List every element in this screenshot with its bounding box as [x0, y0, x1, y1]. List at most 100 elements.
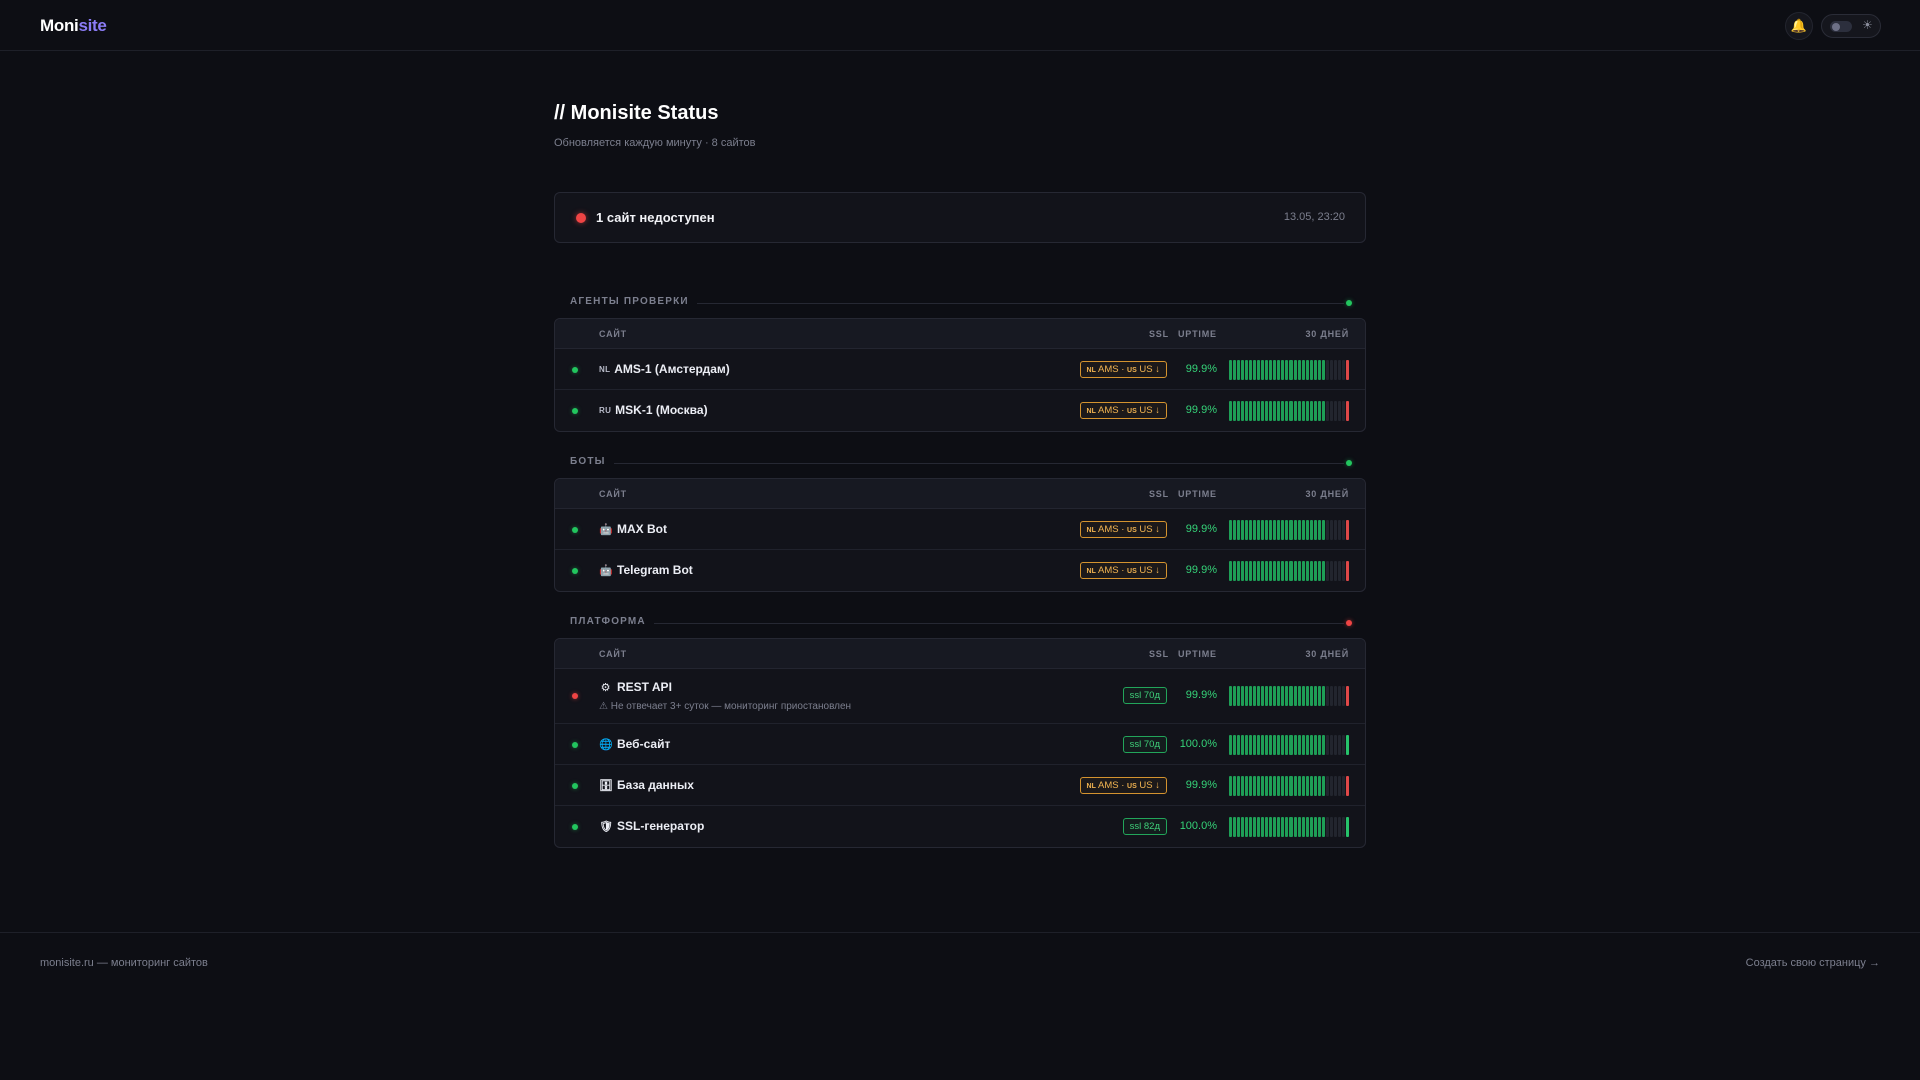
uptime-day-bar — [1277, 561, 1281, 581]
uptime-day-bar — [1321, 817, 1325, 837]
uptime-day-bar — [1277, 817, 1281, 837]
site-name-text: Telegram Bot — [617, 563, 693, 577]
group-label: АГЕНТЫ ПРОВЕРКИ — [570, 296, 697, 307]
table-row[interactable]: 🛡 SSL-генератор ssl 82д 100.0% — [555, 806, 1365, 847]
uptime-day-bar — [1257, 776, 1261, 796]
logo-text-primary: Moni — [40, 16, 79, 35]
uptime-day-bar — [1257, 817, 1261, 837]
uptime-day-bar — [1313, 817, 1317, 837]
uptime-day-bar — [1285, 817, 1289, 837]
uptime-day-bar — [1289, 817, 1293, 837]
uptime-day-bar — [1237, 561, 1241, 581]
uptime-day-bar — [1309, 401, 1313, 421]
site-name-text: База данных — [617, 778, 694, 792]
ssl-badge-status: US ↓ — [1139, 405, 1160, 416]
uptime-day-bar — [1229, 561, 1233, 581]
uptime-day-bar — [1321, 401, 1325, 421]
table-row[interactable]: ⚙ REST API ⚠ Не отвечает 3+ суток — монит… — [555, 669, 1365, 724]
table-row[interactable]: 🌐 Веб-сайт ssl 70д 100.0% — [555, 724, 1365, 765]
column-30-days: 30 ДНЕЙ — [1305, 329, 1349, 339]
uptime-day-bar — [1293, 401, 1297, 421]
uptime-day-bar — [1293, 817, 1297, 837]
ssl-badge-location: AMS · — [1098, 524, 1125, 535]
column-30-days: 30 ДНЕЙ — [1305, 489, 1349, 499]
uptime-day-bar — [1241, 561, 1245, 581]
uptime-day-bar — [1341, 360, 1345, 380]
table-row[interactable]: 🤖 MAX Bot NL AMS · US US ↓ 99.9% — [555, 509, 1365, 550]
ssl-badge-location: AMS · — [1098, 405, 1125, 416]
uptime-day-bar — [1341, 686, 1345, 706]
uptime-day-bar — [1273, 735, 1277, 755]
ssl-badge-region: NL — [1086, 568, 1096, 575]
uptime-day-bar — [1253, 401, 1257, 421]
uptime-day-bar — [1265, 360, 1269, 380]
ssl-badge: ssl 82д — [1122, 818, 1167, 835]
uptime-day-bar — [1293, 561, 1297, 581]
toggle-knob — [1830, 21, 1852, 32]
site-name: RU MSK-1 (Москва) — [599, 403, 708, 417]
uptime-day-bar — [1269, 401, 1273, 421]
uptime-day-bar — [1277, 686, 1281, 706]
ssl-badge: NL AMS · US US ↓ — [1079, 521, 1167, 538]
uptime-day-bar — [1269, 360, 1273, 380]
flag-label: NL — [599, 364, 611, 374]
table-row[interactable]: 🗄 База данных NL AMS · US US ↓ 99.9% — [555, 765, 1365, 806]
uptime-day-bar — [1265, 817, 1269, 837]
uptime-bars — [1229, 520, 1349, 540]
uptime-day-bar — [1305, 561, 1309, 581]
create-page-link[interactable]: Создать свою страницу → — [1746, 957, 1880, 969]
column-uptime: UPTIME — [1178, 329, 1217, 339]
uptime-day-bar — [1329, 686, 1333, 706]
uptime-day-bar — [1329, 561, 1333, 581]
column-ssl: SSL — [1149, 329, 1169, 339]
uptime-day-bar — [1245, 735, 1249, 755]
flag-label: RU — [599, 405, 612, 415]
uptime-day-bar — [1313, 735, 1317, 755]
table-row[interactable]: NL AMS-1 (Амстердам) NL AMS · US US ↓ 99.… — [555, 349, 1365, 390]
column-site: САЙТ — [599, 329, 627, 339]
table-row[interactable]: 🤖 Telegram Bot NL AMS · US US ↓ 99.9% — [555, 550, 1365, 591]
uptime-day-bar — [1341, 776, 1345, 796]
uptime-day-bar — [1261, 776, 1265, 796]
table-row[interactable]: RU MSK-1 (Москва) NL AMS · US US ↓ 99.9% — [555, 390, 1365, 431]
uptime-day-bar — [1281, 735, 1285, 755]
site-name-text: SSL-генератор — [617, 819, 705, 833]
uptime-day-bar — [1241, 686, 1245, 706]
uptime-day-bar — [1345, 401, 1349, 421]
uptime-value: 99.9% — [1185, 363, 1217, 375]
uptime-day-bar — [1325, 561, 1329, 581]
uptime-day-bar — [1269, 817, 1273, 837]
uptime-day-bar — [1277, 776, 1281, 796]
uptime-day-bar — [1289, 735, 1293, 755]
notifications-button[interactable]: 🔔 — [1785, 12, 1813, 40]
sun-icon: ☀ — [1862, 18, 1873, 32]
ssl-badge-status: US ↓ — [1139, 780, 1160, 791]
ssl-badge-region: NL — [1086, 527, 1096, 534]
uptime-day-bar — [1257, 520, 1261, 540]
uptime-bars — [1229, 686, 1349, 706]
uptime-day-bar — [1297, 401, 1301, 421]
uptime-day-bar — [1281, 360, 1285, 380]
footer-divider — [0, 932, 1920, 933]
uptime-day-bar — [1321, 686, 1325, 706]
uptime-day-bar — [1317, 401, 1321, 421]
uptime-day-bar — [1249, 360, 1253, 380]
footer-site-link[interactable]: monisite.ru — мониторинг сайтов — [40, 957, 208, 969]
uptime-day-bar — [1313, 520, 1317, 540]
uptime-day-bar — [1325, 401, 1329, 421]
uptime-day-bar — [1277, 401, 1281, 421]
uptime-day-bar — [1333, 561, 1337, 581]
uptime-day-bar — [1317, 735, 1321, 755]
theme-toggle[interactable]: ☀ — [1821, 14, 1881, 38]
uptime-day-bar — [1329, 401, 1333, 421]
uptime-day-bar — [1249, 735, 1253, 755]
uptime-day-bar — [1305, 401, 1309, 421]
uptime-day-bar — [1337, 686, 1341, 706]
uptime-day-bar — [1285, 401, 1289, 421]
uptime-day-bar — [1269, 520, 1273, 540]
logo[interactable]: Monisite — [40, 16, 107, 36]
ssl-badge-location: AMS · — [1098, 565, 1125, 576]
uptime-day-bar — [1265, 776, 1269, 796]
uptime-day-bar — [1317, 817, 1321, 837]
ssl-badge: NL AMS · US US ↓ — [1079, 562, 1167, 579]
